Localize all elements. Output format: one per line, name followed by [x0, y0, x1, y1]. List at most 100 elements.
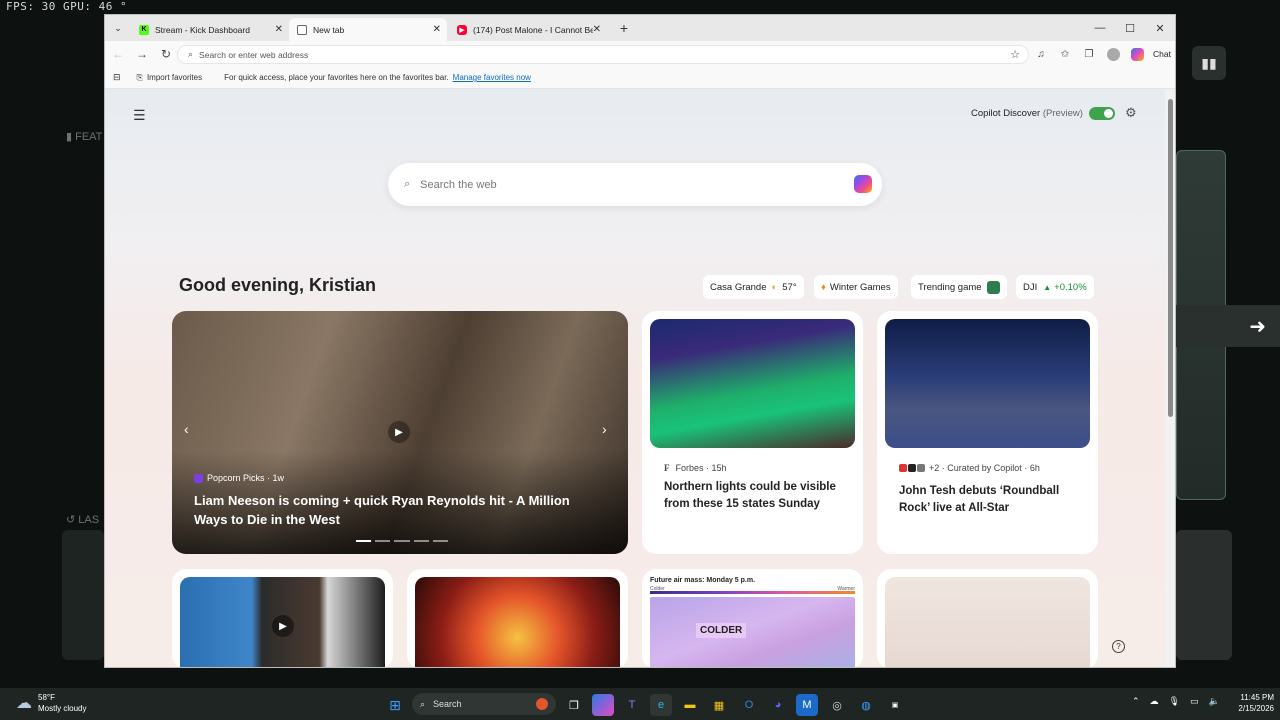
tab-youtube[interactable]: ▶ (174) Post Malone - I Cannot Be (A ✕ — [449, 18, 607, 41]
background-profile-icon[interactable]: ▮▮ — [1192, 46, 1226, 80]
file-explorer-icon[interactable]: ▬ — [679, 694, 701, 716]
weather-widget[interactable]: ☁ 58°F Mostly cloudy — [16, 692, 86, 714]
fire-image — [415, 577, 620, 667]
up-arrow-icon: ▲ — [1043, 282, 1052, 292]
hero-card[interactable]: ‹ › ▶ Popcorn Picks · 1w Liam Neeson is … — [172, 311, 628, 554]
scrollbar-thumb[interactable] — [1168, 99, 1173, 417]
maximize-button[interactable]: ☐ — [1115, 15, 1145, 41]
news-card-movies[interactable]: ▶ — [172, 569, 393, 667]
chat-button[interactable]: Chat — [1129, 46, 1175, 62]
store-icon[interactable]: ▦ — [708, 694, 730, 716]
web-search-box[interactable]: ⌕ Search the web — [388, 163, 882, 206]
fps-overlay: FPS: 30 GPU: 46 ° — [6, 0, 128, 13]
new-tab-button[interactable]: + — [615, 19, 633, 37]
copilot-taskbar-icon[interactable] — [592, 694, 614, 716]
winter-games-chip[interactable]: ♦ Winter Games — [814, 275, 898, 299]
play-icon[interactable]: ▶ — [272, 615, 294, 637]
settings-gear-icon[interactable]: ⚙ — [1125, 105, 1137, 121]
copilot-discover-toggle[interactable]: Copilot Discover (Preview) — [971, 107, 1115, 120]
map-scale-bar — [650, 591, 855, 594]
tab-new-tab[interactable]: New tab ✕ — [289, 18, 447, 41]
favorites-icon[interactable]: ✩ — [1057, 46, 1073, 62]
profile-avatar[interactable] — [1105, 46, 1121, 62]
system-tray[interactable]: ⌃ ☁ 🎙 ▭ 🔈 — [1132, 696, 1220, 707]
card-title[interactable]: John Tesh debuts ‘Roundball Rock’ live a… — [899, 483, 1089, 517]
card-title[interactable]: Northern lights could be visible from th… — [664, 479, 854, 513]
news-card-weather-map[interactable]: Future air mass: Monday 5 p.m. Colder War… — [642, 569, 863, 667]
trending-game-chip[interactable]: Trending game — [911, 275, 1007, 299]
stock-symbol: DJI — [1023, 281, 1038, 293]
taskbar: ☁ 58°F Mostly cloudy ⊞ ⌕ Search ❐ T e ▬ ▦ … — [0, 688, 1280, 720]
copilot-icon[interactable] — [854, 175, 872, 193]
hero-title[interactable]: Liam Neeson is coming + quick Ryan Reyno… — [194, 491, 604, 529]
clock[interactable]: 11:45 PM 2/15/2026 — [1228, 692, 1274, 714]
carousel-prev-button[interactable]: ‹ — [184, 421, 189, 437]
search-highlight-icon — [536, 698, 548, 710]
close-icon[interactable]: ✕ — [275, 24, 283, 35]
play-icon[interactable]: ▶ — [388, 421, 410, 443]
help-icon[interactable]: ? — [1112, 640, 1125, 653]
curator: Curated by Copilot — [947, 463, 1022, 473]
source-age: 15h — [711, 463, 727, 473]
volume-icon[interactable]: 🔈 — [1209, 696, 1220, 707]
scrollbar[interactable] — [1165, 89, 1175, 667]
search-icon: ⌕ — [420, 698, 426, 709]
carousel-indicator — [356, 540, 449, 542]
background-next-arrow-icon[interactable]: ➜ — [1176, 305, 1280, 347]
basketball-image — [885, 319, 1090, 448]
toggle-switch[interactable] — [1088, 107, 1115, 120]
taskbar-search-label: Search — [433, 699, 462, 709]
address-bar[interactable]: ⌕ Search or enter web address ☆ — [177, 45, 1029, 64]
background-thumbnail-right — [1176, 530, 1232, 660]
network-icon[interactable]: ▭ — [1190, 696, 1199, 707]
discover-label: Copilot Discover — [971, 108, 1041, 119]
menu-icon[interactable]: ☰ — [133, 107, 146, 124]
chevron-up-icon[interactable]: ⌃ — [1132, 696, 1140, 707]
close-icon[interactable]: ✕ — [593, 24, 601, 35]
tab-kick[interactable]: K Stream - Kick Dashboard ✕ — [131, 18, 289, 41]
import-label: Import favorites — [146, 73, 203, 82]
news-card-fire[interactable] — [407, 569, 628, 667]
favorites-bar: ⊟ ⎘ Import favorites For quick access, pl… — [105, 67, 1175, 89]
discord-icon[interactable]: ◕ — [767, 694, 789, 716]
map-title: Future air mass: Monday 5 p.m. — [650, 577, 756, 584]
game-app-icon[interactable]: ▣ — [884, 694, 906, 716]
favorite-star-icon[interactable]: ☆ — [1010, 48, 1020, 61]
collections-icon[interactable]: ❐ — [1081, 46, 1097, 62]
forward-button[interactable]: → — [133, 46, 151, 62]
close-icon[interactable]: ✕ — [433, 24, 441, 35]
refresh-button[interactable]: ↻ — [157, 46, 175, 62]
news-card-basketball[interactable]: +2 · Curated by Copilot · 6h John Tesh d… — [877, 311, 1098, 554]
minimize-button[interactable]: — — [1085, 15, 1115, 41]
news-card-politics[interactable] — [877, 569, 1098, 667]
taskbar-search[interactable]: ⌕ Search — [412, 693, 556, 715]
edge-icon[interactable]: e — [650, 694, 672, 716]
source-logos-icon — [899, 464, 925, 472]
outlook-icon[interactable]: O — [738, 694, 760, 716]
media-icon[interactable]: ♫ — [1033, 46, 1049, 62]
obs-icon[interactable]: ◎ — [826, 694, 848, 716]
manage-favorites-link[interactable]: Manage favorites now — [453, 73, 531, 82]
stock-chip[interactable]: DJI ▲ +0.10% — [1016, 275, 1094, 299]
weather-place: Casa Grande — [710, 281, 767, 293]
weather-desc: Mostly cloudy — [38, 704, 87, 713]
start-windows-icon[interactable]: ⊞ — [384, 694, 406, 716]
tab-actions-chevron-down-icon[interactable]: ⌄ — [109, 20, 127, 36]
close-window-button[interactable]: ✕ — [1145, 15, 1175, 41]
task-view-icon[interactable]: ❐ — [563, 694, 585, 716]
weather-chip[interactable]: Casa Grande ◐ 57° — [703, 275, 804, 299]
news-card-aurora[interactable]: F Forbes · 15h Northern lights could be … — [642, 311, 863, 554]
trending-game-label: Trending game — [918, 281, 982, 293]
back-button[interactable]: ← — [109, 46, 127, 62]
carousel-next-button[interactable]: › — [602, 421, 607, 437]
source-name: Forbes — [675, 463, 704, 473]
microphone-icon[interactable]: 🎙 — [1169, 696, 1180, 707]
tab-title: New tab — [313, 24, 345, 35]
teams-icon[interactable]: T — [621, 694, 643, 716]
popcorn-picks-icon — [194, 473, 203, 483]
import-favorites-button[interactable]: ⎘ Import favorites — [137, 73, 203, 83]
app-icon[interactable]: M — [796, 694, 818, 716]
onedrive-icon[interactable]: ☁ — [1150, 696, 1159, 707]
favorites-bar-folder-icon[interactable]: ⊟ — [113, 72, 121, 83]
app-blue-icon[interactable]: ◍ — [855, 694, 877, 716]
